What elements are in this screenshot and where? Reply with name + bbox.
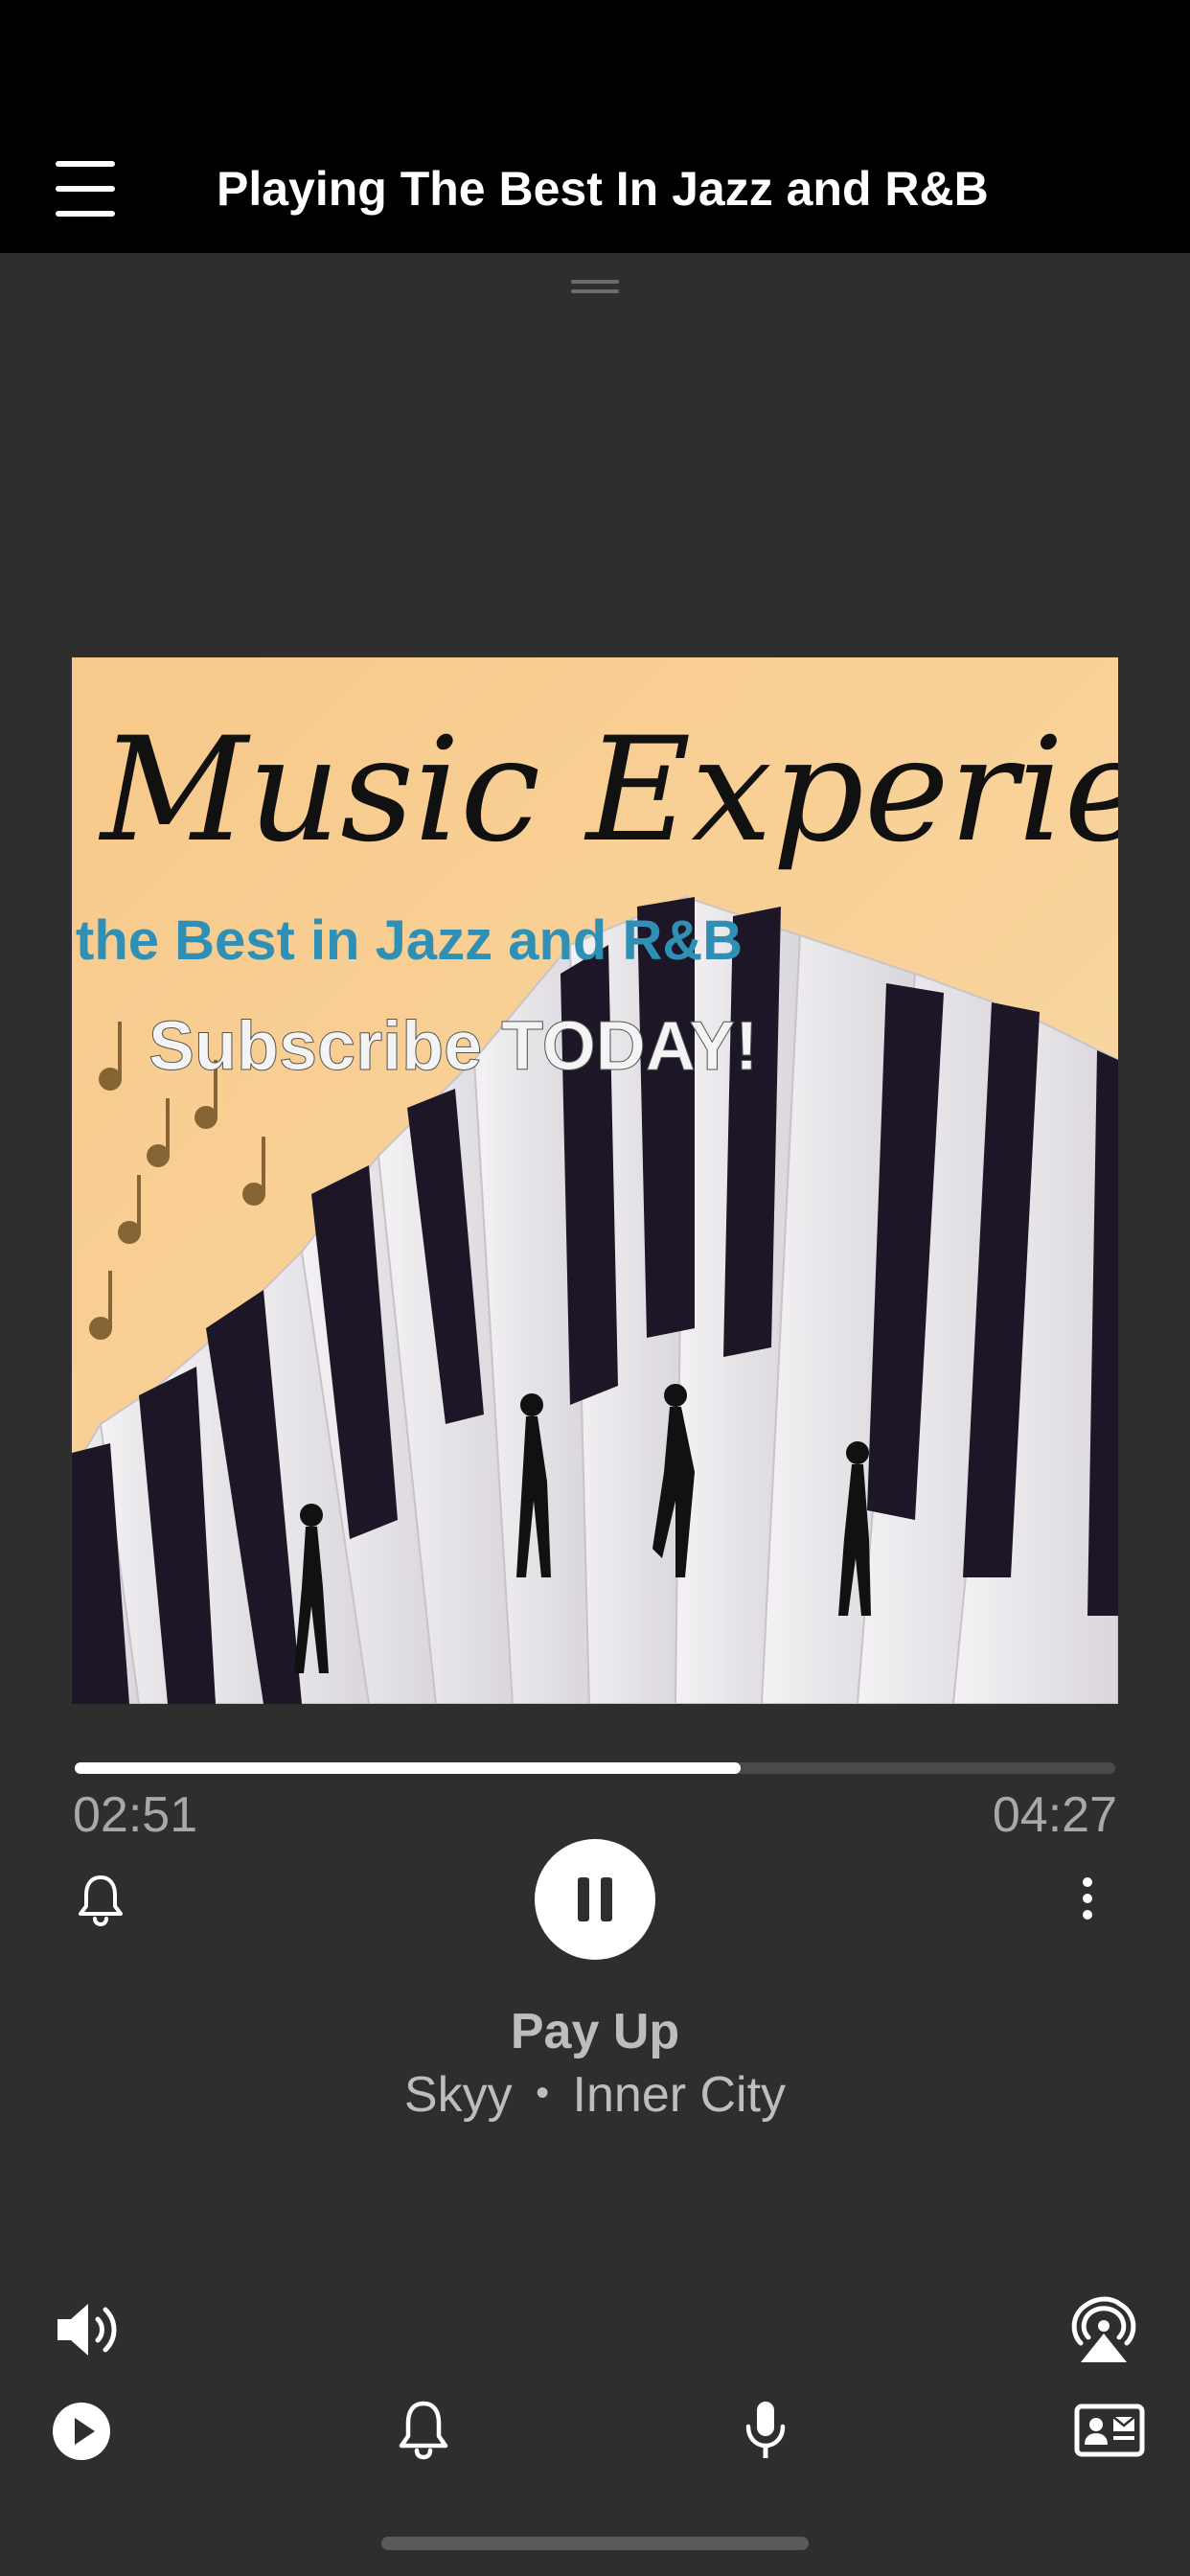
contact-card-icon[interactable] bbox=[1074, 2404, 1145, 2457]
hamburger-menu-icon[interactable] bbox=[56, 159, 115, 218]
playback-progress-bar[interactable] bbox=[75, 1762, 1115, 1774]
sheet-drag-handle[interactable] bbox=[571, 278, 619, 297]
pause-icon bbox=[578, 1877, 589, 1921]
artist-name: Skyy bbox=[403, 2067, 513, 2123]
now-playing-screen: Playing The Best In Jazz and R&B Music E… bbox=[0, 0, 1190, 2576]
svg-text:the Best in Jazz and R&B: the Best in Jazz and R&B bbox=[76, 909, 743, 972]
progress-fill bbox=[75, 1762, 742, 1774]
total-time: 04:27 bbox=[992, 1787, 1117, 1843]
elapsed-time: 02:51 bbox=[73, 1787, 198, 1843]
album-artwork: Music Experience the Best in Jazz and R&… bbox=[72, 657, 1118, 1704]
play-circle-icon[interactable] bbox=[52, 2402, 111, 2461]
album-name: Inner City bbox=[572, 2067, 787, 2123]
bell-icon[interactable] bbox=[77, 1874, 125, 1927]
svg-text:Subscribe TODAY!: Subscribe TODAY! bbox=[149, 1008, 758, 1085]
track-title: Pay Up bbox=[510, 2004, 680, 2059]
home-indicator[interactable] bbox=[381, 2537, 809, 2550]
more-vertical-icon[interactable] bbox=[1076, 1874, 1099, 1922]
pause-button[interactable] bbox=[535, 1839, 655, 1960]
svg-text:Music Experience: Music Experience bbox=[98, 707, 1118, 874]
bell-icon[interactable] bbox=[397, 2400, 450, 2461]
microphone-icon[interactable] bbox=[744, 2400, 788, 2461]
separator-dot: • bbox=[536, 2072, 550, 2114]
track-subtitle: Skyy • Inner City bbox=[0, 2066, 1190, 2124]
airplay-icon[interactable] bbox=[1067, 2295, 1140, 2364]
page-title: Playing The Best In Jazz and R&B bbox=[217, 162, 989, 216]
volume-icon[interactable] bbox=[54, 2296, 126, 2363]
top-bar: Playing The Best In Jazz and R&B bbox=[0, 0, 1190, 253]
